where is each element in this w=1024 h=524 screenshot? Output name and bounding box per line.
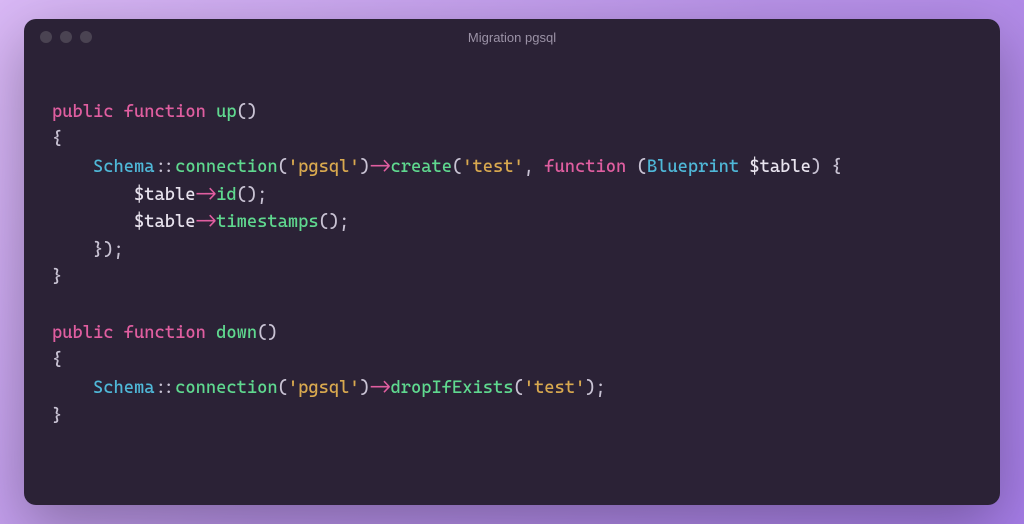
code-content: public function up() { Schema::connectio… — [24, 55, 1000, 446]
paren-open: ( — [637, 157, 647, 177]
keyword-function: function — [124, 102, 206, 122]
keyword-public: public — [52, 323, 114, 343]
double-colon: :: — [155, 378, 176, 398]
paren-close: ) — [811, 157, 821, 177]
paren-open: ( — [452, 157, 462, 177]
window-title: Migration pgsql — [468, 30, 556, 45]
method-connection: connection — [175, 378, 278, 398]
brace-open: { — [52, 350, 62, 370]
code-line: public function up() — [52, 102, 257, 122]
string-test: 'test' — [462, 157, 524, 177]
class-schema: Schema — [93, 157, 155, 177]
keyword-function: function — [124, 323, 206, 343]
string-pgsql: 'pgsql' — [288, 157, 360, 177]
comma: , — [524, 157, 545, 177]
paren-open: ( — [278, 378, 288, 398]
close-icon[interactable] — [40, 31, 52, 43]
class-blueprint: Blueprint — [647, 157, 739, 177]
class-schema: Schema — [93, 378, 155, 398]
var-table: $table — [134, 185, 196, 205]
maximize-icon[interactable] — [80, 31, 92, 43]
code-window: Migration pgsql public function up() { S… — [24, 19, 1000, 505]
arrow: -> — [370, 378, 391, 398]
method-create: create — [390, 157, 452, 177]
paren-close: ) — [585, 378, 595, 398]
arrow: -> — [370, 157, 391, 177]
string-test: 'test' — [524, 378, 586, 398]
parens: () — [257, 323, 278, 343]
code-line: $table->timestamps(); — [134, 212, 349, 232]
brace-open: { — [52, 129, 62, 149]
paren-open: ( — [278, 157, 288, 177]
brace-close: } — [52, 406, 62, 426]
method-connection: connection — [175, 157, 278, 177]
function-name-up: up — [216, 102, 237, 122]
paren-close: ) — [360, 157, 370, 177]
code-line: public function down() — [52, 323, 278, 343]
semi: ; — [596, 378, 606, 398]
keyword-function: function — [544, 157, 626, 177]
body-open: { — [821, 157, 842, 177]
arrow: -> — [196, 185, 217, 205]
function-name-down: down — [216, 323, 257, 343]
paren-open: ( — [513, 378, 523, 398]
code-line: $table->id(); — [134, 185, 267, 205]
method-id: id — [216, 185, 237, 205]
method-timestamps: timestamps — [216, 212, 319, 232]
brace-close: } — [52, 267, 62, 287]
param-table: $table — [749, 157, 811, 177]
paren-close: ) — [360, 378, 370, 398]
double-colon: :: — [155, 157, 176, 177]
string-pgsql: 'pgsql' — [288, 378, 360, 398]
parens: () — [319, 212, 340, 232]
closure-close: }); — [93, 240, 124, 260]
semi: ; — [257, 185, 267, 205]
parens: () — [237, 185, 258, 205]
arrow: -> — [196, 212, 217, 232]
space — [626, 157, 636, 177]
method-dropifexists: dropIfExists — [390, 378, 513, 398]
parens: () — [237, 102, 258, 122]
window-controls — [40, 31, 92, 43]
minimize-icon[interactable] — [60, 31, 72, 43]
titlebar: Migration pgsql — [24, 19, 1000, 55]
code-line: Schema::connection('pgsql')->dropIfExist… — [93, 378, 606, 398]
code-line: Schema::connection('pgsql')->create('tes… — [93, 157, 842, 177]
keyword-public: public — [52, 102, 114, 122]
var-table: $table — [134, 212, 196, 232]
semi: ; — [339, 212, 349, 232]
